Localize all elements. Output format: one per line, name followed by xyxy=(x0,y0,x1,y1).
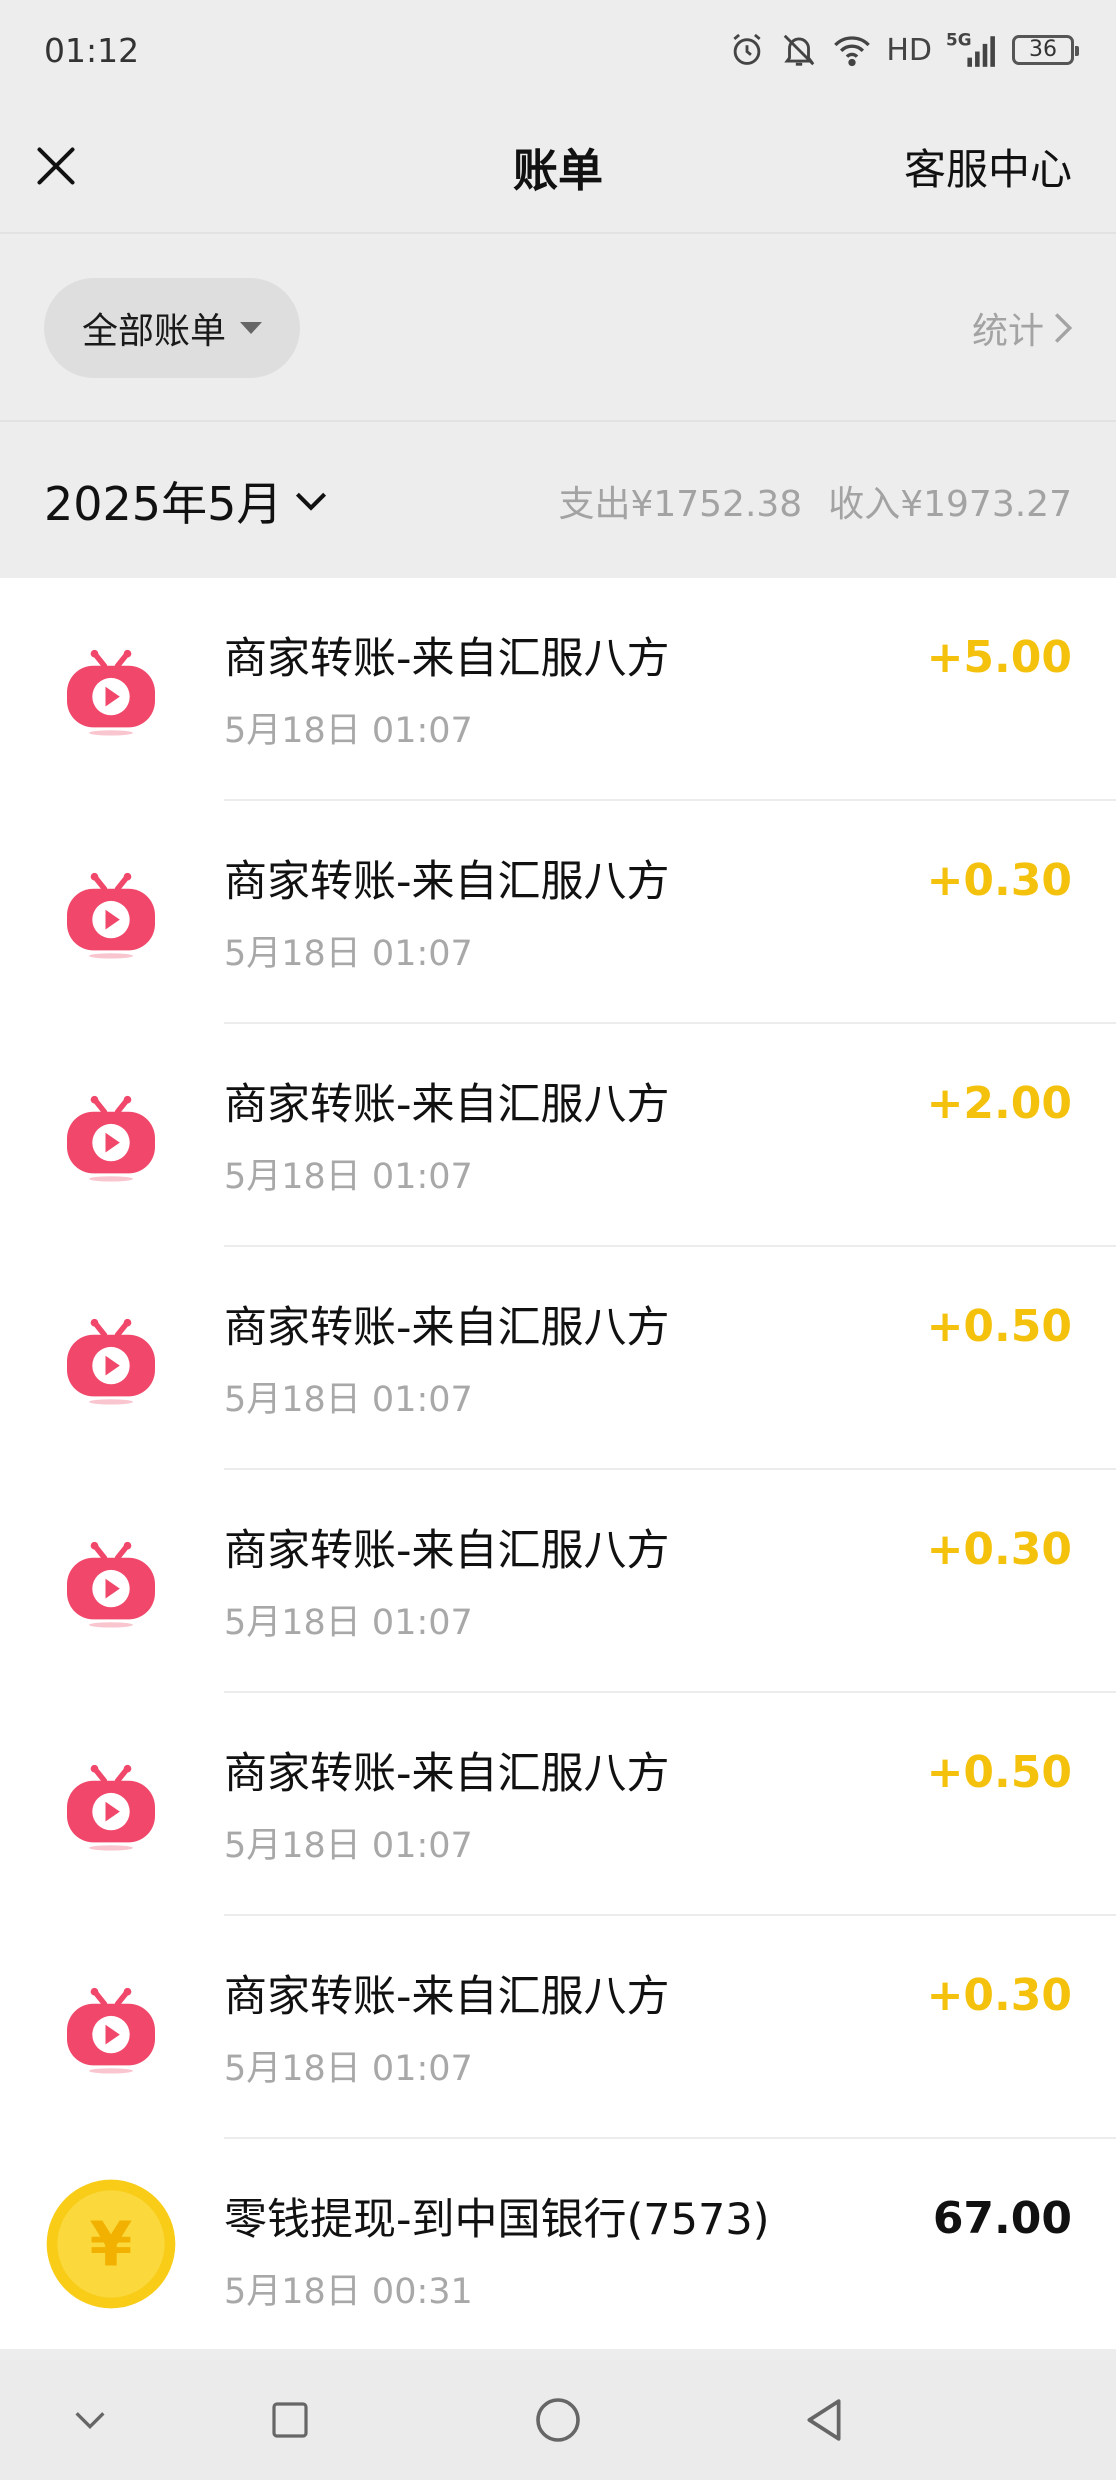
transaction-amount: +0.50 xyxy=(926,1301,1072,1352)
tv-play-icon xyxy=(44,1961,178,2095)
transaction-time: 5月18日 01:07 xyxy=(224,934,473,974)
system-nav-bar xyxy=(0,2360,1116,2480)
tv-play-icon xyxy=(44,1069,178,1203)
month-row: 2025年5月 支出¥1752.38 收入¥1973.27 xyxy=(0,424,1116,578)
circle-icon xyxy=(536,2398,580,2442)
transaction-amount: +0.30 xyxy=(926,1524,1072,1575)
transaction-time: 5月18日 01:07 xyxy=(224,1157,473,1197)
transaction-item[interactable]: 商家转账-来自汇服八方 5月18日 01:07 +0.30 xyxy=(0,801,1116,1024)
transaction-item[interactable]: 商家转账-来自汇服八方 5月18日 01:07 +0.30 xyxy=(0,1916,1116,2139)
filter-row: 全部账单 统计 xyxy=(0,236,1116,422)
back-button[interactable] xyxy=(803,2397,845,2443)
status-icons: HD 5G 36 xyxy=(728,30,1079,70)
transaction-title: 商家转账-来自汇服八方 xyxy=(224,1303,670,1353)
chevron-down-icon xyxy=(296,492,327,511)
transaction-amount: +0.30 xyxy=(926,1970,1072,2021)
nav-collapse-button[interactable] xyxy=(73,2410,107,2430)
transaction-time: 5月18日 01:07 xyxy=(224,2049,473,2089)
tv-play-icon xyxy=(44,623,178,757)
transaction-amount: +2.00 xyxy=(926,1078,1072,1129)
transaction-title: 商家转账-来自汇服八方 xyxy=(224,1972,670,2022)
recent-apps-button[interactable] xyxy=(270,2400,310,2440)
triangle-back-icon xyxy=(807,2399,841,2441)
bell-muted-icon xyxy=(784,34,815,66)
transaction-amount: +5.00 xyxy=(926,632,1072,683)
transaction-item[interactable]: ¥ 零钱提现-到中国银行(7573) 5月18日 00:31 67.00 xyxy=(0,2139,1116,2349)
chevron-right-icon xyxy=(1054,313,1073,343)
close-button[interactable] xyxy=(32,142,80,190)
transaction-time: 5月18日 01:07 xyxy=(224,1380,473,1420)
customer-service-link[interactable]: 客服中心 xyxy=(904,136,1072,197)
transaction-item[interactable]: 商家转账-来自汇服八方 5月18日 01:07 +2.00 xyxy=(0,1024,1116,1247)
wifi-icon xyxy=(834,36,871,67)
signal-5g-icon: 5G xyxy=(946,30,995,67)
transaction-title: 商家转账-来自汇服八方 xyxy=(224,1526,670,1576)
month-expense: 支出¥1752.38 xyxy=(558,484,803,525)
yuan-coin-icon: ¥ xyxy=(44,2177,178,2311)
tv-play-icon xyxy=(44,846,178,980)
battery-level: 36 xyxy=(1029,37,1057,62)
tv-play-icon xyxy=(44,1738,178,1872)
square-icon xyxy=(272,2402,308,2438)
status-bar: 01:12 HD 5G 36 xyxy=(0,0,1116,100)
transaction-item[interactable]: 商家转账-来自汇服八方 5月18日 01:07 +0.30 xyxy=(0,1470,1116,1693)
month-label: 2025年5月 xyxy=(44,477,283,531)
transaction-amount: +0.50 xyxy=(926,1747,1072,1798)
tv-play-icon xyxy=(44,1515,178,1649)
stats-label: 统计 xyxy=(971,311,1044,352)
close-icon xyxy=(37,147,75,185)
transaction-title: 商家转账-来自汇服八方 xyxy=(224,1080,670,1130)
chevron-down-icon xyxy=(75,2412,105,2430)
month-summary: 支出¥1752.38 收入¥1973.27 xyxy=(558,475,1072,527)
transaction-time: 5月18日 00:31 xyxy=(224,2272,473,2312)
transaction-amount: 67.00 xyxy=(932,2193,1072,2244)
transaction-title: 零钱提现-到中国银行(7573) xyxy=(224,2195,770,2245)
transaction-title: 商家转账-来自汇服八方 xyxy=(224,634,670,684)
transaction-amount: +0.30 xyxy=(926,855,1072,906)
coin-symbol: ¥ xyxy=(90,2208,133,2280)
transaction-item[interactable]: 商家转账-来自汇服八方 5月18日 01:07 +0.50 xyxy=(0,1693,1116,1916)
bill-filter-dropdown[interactable]: 全部账单 xyxy=(44,278,300,378)
transaction-title: 商家转账-来自汇服八方 xyxy=(224,857,670,907)
transaction-time: 5月18日 01:07 xyxy=(224,711,473,751)
caret-down-icon xyxy=(240,322,262,334)
transaction-item[interactable]: 商家转账-来自汇服八方 5月18日 01:07 +5.00 xyxy=(0,578,1116,801)
transaction-time: 5月18日 01:07 xyxy=(224,1826,473,1866)
month-picker[interactable]: 2025年5月 xyxy=(44,468,328,534)
tv-play-icon xyxy=(44,1292,178,1426)
transaction-title: 商家转账-来自汇服八方 xyxy=(224,1749,670,1799)
bill-filter-label: 全部账单 xyxy=(81,311,226,352)
network-label: HD xyxy=(886,32,932,68)
month-income: 收入¥1973.27 xyxy=(828,484,1072,525)
alarm-icon xyxy=(733,33,761,65)
battery-icon: 36 xyxy=(1012,35,1079,65)
home-button[interactable] xyxy=(534,2396,582,2444)
transaction-list: 商家转账-来自汇服八方 5月18日 01:07 +5.00 商家转账-来自汇服八… xyxy=(0,578,1116,2349)
transaction-time: 5月18日 01:07 xyxy=(224,1603,473,1643)
signal-label: 5G xyxy=(946,30,972,49)
stats-link[interactable]: 统计 xyxy=(972,302,1074,354)
nav-bar: 账单 客服中心 xyxy=(0,100,1116,234)
status-time: 01:12 xyxy=(44,30,140,70)
transaction-item[interactable]: 商家转账-来自汇服八方 5月18日 01:07 +0.50 xyxy=(0,1247,1116,1470)
